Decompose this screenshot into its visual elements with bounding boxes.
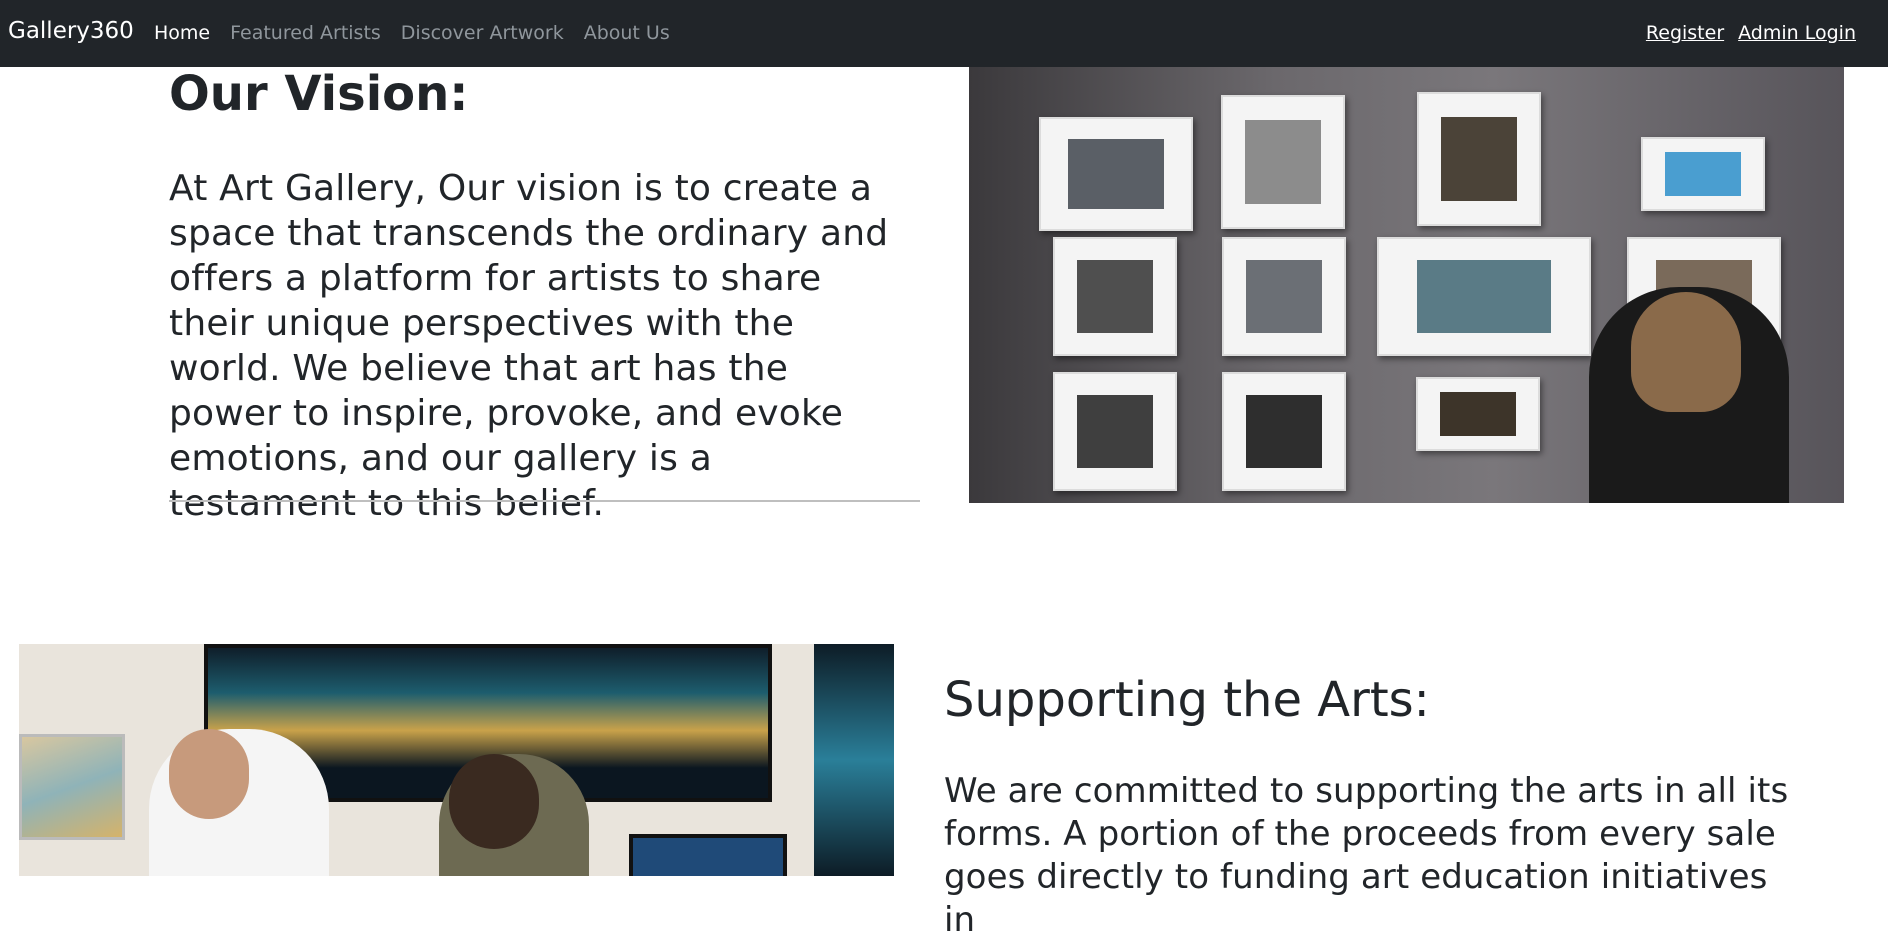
auth-links: Register Admin Login — [1646, 22, 1856, 44]
top-navbar: Gallery360 Home Featured Artists Discove… — [0, 0, 1888, 67]
vision-paragraph: At Art Gallery, Our vision is to create … — [169, 168, 889, 524]
nav-link-home[interactable]: Home — [154, 22, 210, 44]
admin-login-link[interactable]: Admin Login — [1738, 22, 1856, 44]
gallery-wall-photo — [969, 67, 1844, 503]
nav-link-about-us[interactable]: About Us — [584, 22, 670, 44]
nav-link-discover-artwork[interactable]: Discover Artwork — [401, 22, 564, 44]
supporting-arts-heading: Supporting the Arts: — [944, 672, 1430, 728]
nav-link-featured-artists[interactable]: Featured Artists — [230, 22, 381, 44]
section-divider — [169, 500, 920, 502]
art-consultation-photo — [19, 644, 894, 876]
nav-links: Home Featured Artists Discover Artwork A… — [154, 22, 670, 44]
visitor-hair — [1631, 292, 1741, 412]
supporting-arts-paragraph: We are committed to supporting the arts … — [944, 771, 1789, 940]
register-link[interactable]: Register — [1646, 22, 1724, 44]
vision-heading: Our Vision: — [169, 66, 469, 122]
brand-logo-link[interactable]: Gallery360 — [8, 18, 134, 44]
